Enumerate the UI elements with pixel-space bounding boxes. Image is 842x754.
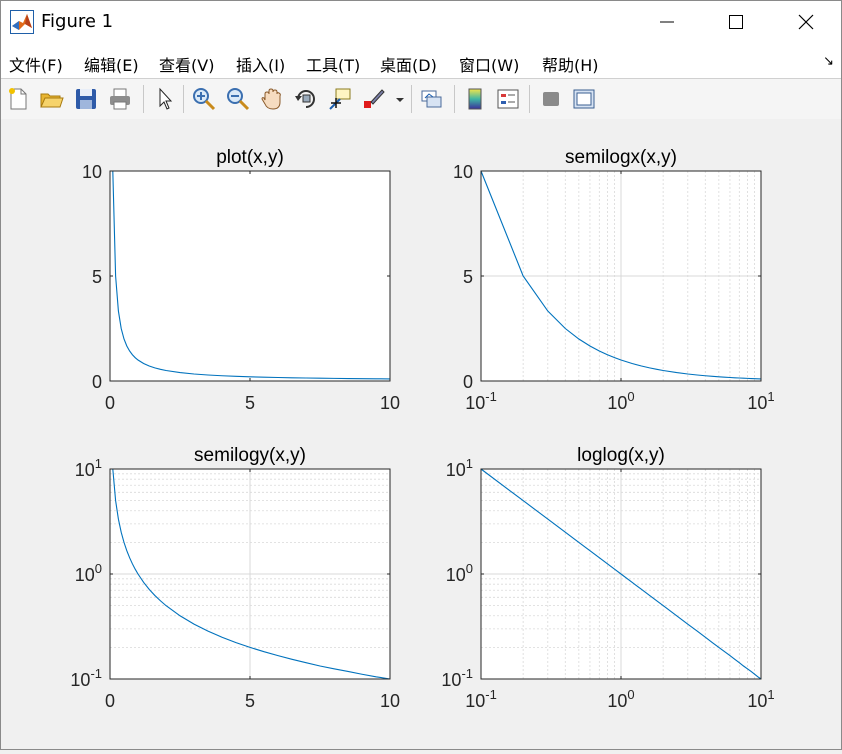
subplot-title: loglog(x,y) (577, 445, 665, 466)
x-tick-label: 5 (245, 393, 255, 413)
data-cursor-icon[interactable] (327, 86, 353, 112)
insert-colorbar-icon[interactable] (462, 86, 488, 112)
menu-bar: 文件(F) 编辑(E) 查看(V) 插入(I) 工具(T) 桌面(D) 窗口(W… (0, 44, 842, 78)
menu-desktop[interactable]: 桌面(D) (380, 52, 437, 76)
brush-icon[interactable] (361, 86, 387, 112)
y-tick-label: 101 (75, 456, 102, 480)
new-figure-icon[interactable] (5, 86, 31, 112)
menu-help[interactable]: 帮助(H) (542, 52, 599, 76)
show-plot-tools-icon[interactable] (571, 86, 597, 112)
save-icon[interactable] (73, 86, 99, 112)
menu-file[interactable]: 文件(F) (9, 52, 63, 76)
menu-view[interactable]: 查看(V) (159, 52, 214, 76)
x-tick-label: 10-1 (465, 389, 497, 413)
subplot-grid: 0 5 100510plot(x,y)10-1 100 1010510semilogx(… (70, 147, 775, 711)
menu-edit[interactable]: 编辑(E) (84, 52, 139, 76)
toolbar-separator (183, 85, 184, 113)
zoom-out-icon[interactable] (225, 86, 251, 112)
pointer-icon[interactable] (152, 86, 178, 112)
subplot-title: semilogy(x,y) (194, 445, 306, 466)
maximize-icon (729, 15, 743, 29)
subplot-title: plot(x,y) (216, 147, 284, 168)
close-button[interactable] (771, 0, 841, 44)
minimize-icon (660, 21, 674, 23)
y-tick-label: 10-1 (70, 666, 102, 690)
toolbar-separator (529, 85, 530, 113)
link-plot-icon[interactable] (419, 86, 445, 112)
pan-hand-icon[interactable] (259, 86, 285, 112)
x-tick-label: 100 (607, 389, 634, 413)
zoom-in-icon[interactable] (191, 86, 217, 112)
menu-insert[interactable]: 插入(I) (236, 52, 285, 76)
rotate-3d-icon[interactable] (293, 86, 319, 112)
maximize-button[interactable] (701, 0, 771, 44)
x-tick-label: 0 (105, 691, 115, 711)
print-icon[interactable] (107, 86, 133, 112)
y-tick-label: 0 (463, 372, 473, 392)
x-tick-label: 5 (245, 691, 255, 711)
y-tick-label: 5 (92, 267, 102, 287)
subplot-2: 10-1 100 101 0 5 10 semilogx(x,y) (453, 147, 775, 413)
x-tick-label: 101 (747, 687, 774, 711)
open-file-icon[interactable] (38, 86, 64, 112)
axes-background (110, 171, 390, 381)
subplot-3: 0 5 10 10-1 100 101 semilogy(x,y) (70, 445, 400, 711)
x-tick-label: 0 (105, 393, 115, 413)
subplot-4: 10-1 100 101 10-1 100 101 loglog(x,y) (441, 445, 774, 711)
minimize-button[interactable] (632, 0, 702, 44)
x-tick-label: 101 (747, 389, 774, 413)
brush-dropdown-icon[interactable] (393, 86, 407, 112)
y-tick-label: 10 (453, 162, 473, 182)
toolbar-separator (411, 85, 412, 113)
subplot-1: 0 5 10 0 5 10 plot(x,y) (82, 147, 400, 413)
title-bar: Figure 1 (0, 0, 842, 44)
y-tick-label: 101 (446, 456, 473, 480)
hide-plot-tools-icon[interactable] (538, 86, 564, 112)
y-tick-label: 5 (463, 267, 473, 287)
toolbar-separator (143, 85, 144, 113)
y-tick-label: 10 (82, 162, 102, 182)
menu-window[interactable]: 窗口(W) (459, 52, 519, 76)
x-tick-label: 10 (380, 691, 400, 711)
close-icon (798, 14, 814, 30)
x-tick-label: 10-1 (465, 687, 497, 711)
figure-toolbar (0, 78, 842, 120)
figure-canvas: 0 5 10 0 5 10 plot(x,y) 10-1 100 101 0 5 10 semilogx(… (0, 119, 842, 750)
y-tick-label: 10-1 (441, 666, 473, 690)
y-tick-label: 100 (75, 561, 102, 585)
dock-arrow-icon[interactable]: ↘ (823, 54, 834, 69)
x-tick-label: 100 (607, 687, 634, 711)
x-tick-label: 10 (380, 393, 400, 413)
toolbar-separator (454, 85, 455, 113)
insert-legend-icon[interactable] (495, 86, 521, 112)
window-title: Figure 1 (41, 11, 114, 32)
y-tick-label: 100 (446, 561, 473, 585)
subplot-title: semilogx(x,y) (565, 147, 677, 168)
menu-tools[interactable]: 工具(T) (306, 52, 360, 76)
matlab-logo-icon (10, 10, 34, 34)
y-tick-label: 0 (92, 372, 102, 392)
